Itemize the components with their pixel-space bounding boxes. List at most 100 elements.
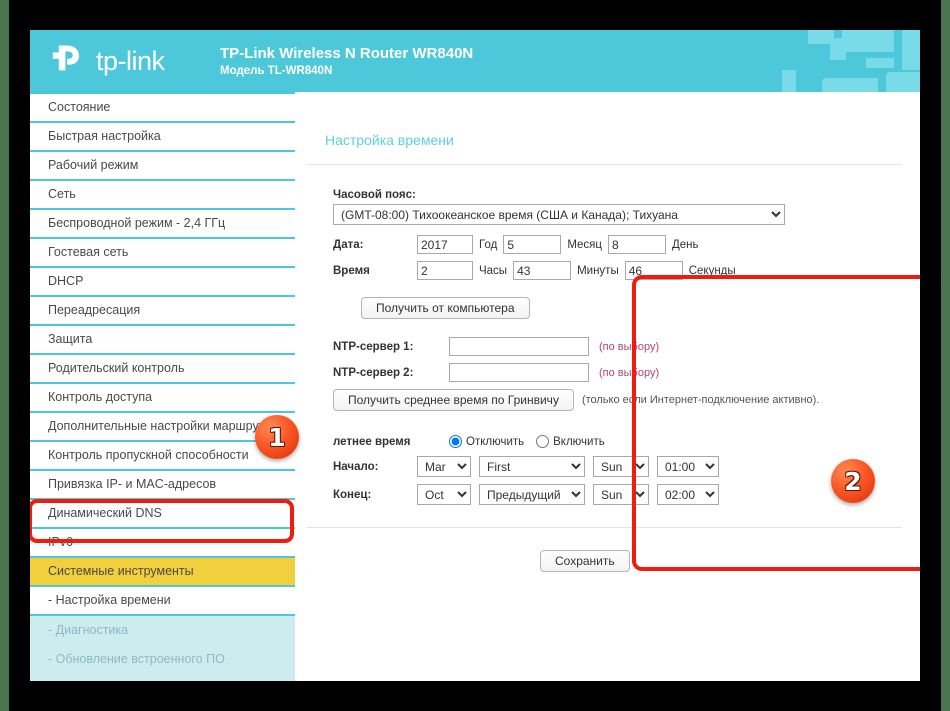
ntp-server-1-label: NTP-сервер 1: <box>333 340 414 353</box>
time-row: Время Часы Минуты Секунды <box>333 261 920 280</box>
tp-link-logo: tp-link <box>52 44 165 78</box>
sidebar-item-3[interactable]: Сеть <box>30 181 295 208</box>
dst-enable-label[interactable]: Включить <box>553 436 605 448</box>
time-minute-input[interactable] <box>513 261 572 280</box>
dst-start-label: Начало: <box>333 460 379 473</box>
sidebar-item-19[interactable]: - Обновление встроенного ПО <box>30 645 295 674</box>
sidebar-item-14[interactable]: Динамический DNS <box>30 500 295 527</box>
ntp-server-1-hint: (по выбору) <box>599 340 660 353</box>
time-second-input[interactable] <box>624 261 683 280</box>
ntp-server-2-hint: (по выбору) <box>599 366 660 379</box>
sidebar-item-18[interactable]: - Диагностика <box>30 616 295 645</box>
date-row: Дата: Год Месяц День <box>333 235 920 254</box>
sidebar-menu-list: Состояние Быстрая настройка Рабочий режим С… <box>30 94 295 681</box>
sidebar-item-2[interactable]: Рабочий режим <box>30 152 295 179</box>
screenshot-root: tp-link TP-Link Wireless N Router WR840N… <box>0 0 950 711</box>
window-frame-right <box>941 0 950 711</box>
sidebar-item-15[interactable]: IPv6 <box>30 529 295 556</box>
daylight-saving-header: летнее время Отключить Включить <box>333 435 920 448</box>
time-settings-form: Часовой пояс: (GMT-08:00) Тихоокеанское … <box>295 165 920 505</box>
sidebar-item-8[interactable]: Защита <box>30 326 295 353</box>
sidebar-item-7[interactable]: Переадресация <box>30 297 295 324</box>
time-minute-unit: Минуты <box>577 264 619 277</box>
header-decoration-block <box>830 38 846 60</box>
date-day-input[interactable] <box>607 235 666 254</box>
save-button-row: Сохранить <box>295 550 920 572</box>
gmt-note: (только если Интернет-подключение активн… <box>581 394 820 406</box>
sidebar-item-13[interactable]: Привязка IP- и MAC-адресов <box>30 471 295 498</box>
dst-end-time-select[interactable]: 02:00 <box>657 484 719 505</box>
main-content: Настройка времени Часовой пояс: (GMT-08:… <box>295 92 920 681</box>
time-label: Время <box>333 264 370 277</box>
gmt-row: Получить среднее время по Гринвичу (толь… <box>333 389 920 411</box>
page-body: Состояние Быстрая настройка Рабочий режим С… <box>30 92 920 681</box>
ntp-server-2-input[interactable] <box>449 363 589 382</box>
sidebar-item-9[interactable]: Родительский контроль <box>30 355 295 382</box>
ntp-server-1-row: NTP-сервер 1: (по выбору) <box>333 337 920 356</box>
header-decoration-block <box>886 72 920 92</box>
time-hour-unit: Часы <box>479 264 508 277</box>
dst-end-label: Конец: <box>333 488 372 501</box>
header-decoration-block <box>842 30 894 52</box>
header-title-block: TP-Link Wireless N Router WR840N Модель … <box>220 44 473 79</box>
dst-end-weekday-select[interactable]: Sun <box>593 484 649 505</box>
sidebar-item-0[interactable]: Состояние <box>30 94 295 121</box>
header-decoration-block <box>902 30 920 70</box>
dst-disable-label[interactable]: Отключить <box>466 436 524 448</box>
window-frame-left <box>0 0 9 711</box>
dst-end-month-select[interactable]: Oct <box>417 484 471 505</box>
sidebar-item-5[interactable]: Гостевая сеть <box>30 239 295 266</box>
time-second-unit: Секунды <box>688 264 736 277</box>
page-header: tp-link TP-Link Wireless N Router WR840N… <box>30 30 920 92</box>
timezone-label: Часовой пояс: <box>333 189 416 201</box>
save-button[interactable]: Сохранить <box>540 550 630 572</box>
sidebar-item-10[interactable]: Контроль доступа <box>30 384 295 411</box>
daylight-saving-label: летнее время <box>333 435 411 448</box>
form-divider <box>307 527 902 528</box>
timezone-select[interactable]: (GMT-08:00) Тихоокеанское время (США и К… <box>333 204 785 225</box>
get-gmt-button[interactable]: Получить среднее время по Гринвичу <box>333 389 574 411</box>
dst-disable-option[interactable]: Отключить <box>449 435 524 448</box>
sidebar-item-16[interactable]: Системные инструменты <box>30 558 295 585</box>
get-from-computer-button[interactable]: Получить от компьютера <box>361 297 530 319</box>
dst-enable-option[interactable]: Включить <box>536 435 605 448</box>
header-decoration-block <box>866 58 894 68</box>
dst-end-ordinal-select[interactable]: Предыдущий <box>479 484 585 505</box>
sidebar-item-12[interactable]: Контроль пропускной способности <box>30 442 295 469</box>
date-month-input[interactable] <box>503 235 562 254</box>
sidebar-item-6[interactable]: DHCP <box>30 268 295 295</box>
navigation-sidebar: Состояние Быстрая настройка Рабочий режим С… <box>30 92 295 681</box>
sidebar-item-4[interactable]: Беспроводной режим - 2,4 ГГц <box>30 210 295 237</box>
router-model-title: TP-Link Wireless N Router WR840N <box>220 45 474 62</box>
annotation-badge-2: 2 <box>831 459 875 503</box>
dst-start-time-select[interactable]: 01:00 <box>657 456 719 477</box>
annotation-badge-1: 1 <box>255 415 299 459</box>
sidebar-item-1[interactable]: Быстрая настройка <box>30 123 295 150</box>
dst-enable-radio[interactable] <box>536 435 550 448</box>
date-label: Дата: <box>333 238 364 251</box>
date-year-unit: Год <box>479 238 498 251</box>
date-day-unit: День <box>671 238 699 251</box>
dst-start-weekday-select[interactable]: Sun <box>593 456 649 477</box>
ntp-server-2-label: NTP-сервер 2: <box>333 366 414 379</box>
ntp-server-2-row: NTP-сервер 2: (по выбору) <box>333 363 920 382</box>
dst-start-ordinal-select[interactable]: First <box>479 456 585 477</box>
ntp-server-1-input[interactable] <box>449 337 589 356</box>
date-year-input[interactable] <box>417 235 473 254</box>
daylight-saving-block: летнее время Отключить Включить Начало: … <box>333 435 920 505</box>
sidebar-item-17[interactable]: - Настройка времени <box>30 587 295 614</box>
tp-link-logo-text: tp-link <box>96 45 165 76</box>
page-title: Настройка времени <box>325 132 454 148</box>
time-hour-input[interactable] <box>417 261 473 280</box>
router-model-subtitle: Модель TL-WR840N <box>220 65 333 77</box>
sidebar-item-20[interactable]: - Заводские настройки <box>30 674 295 681</box>
annotation-badge-2-number: 2 <box>844 466 862 496</box>
dst-disable-radio[interactable] <box>449 435 462 448</box>
dst-start-month-select[interactable]: Mar <box>417 456 471 477</box>
header-decoration-block <box>822 78 878 92</box>
router-admin-page: tp-link TP-Link Wireless N Router WR840N… <box>30 30 920 681</box>
annotation-badge-1-number: 1 <box>268 422 286 452</box>
date-month-unit: Месяц <box>567 238 602 251</box>
tp-link-logo-icon <box>52 45 79 71</box>
header-decoration-block <box>782 70 796 92</box>
